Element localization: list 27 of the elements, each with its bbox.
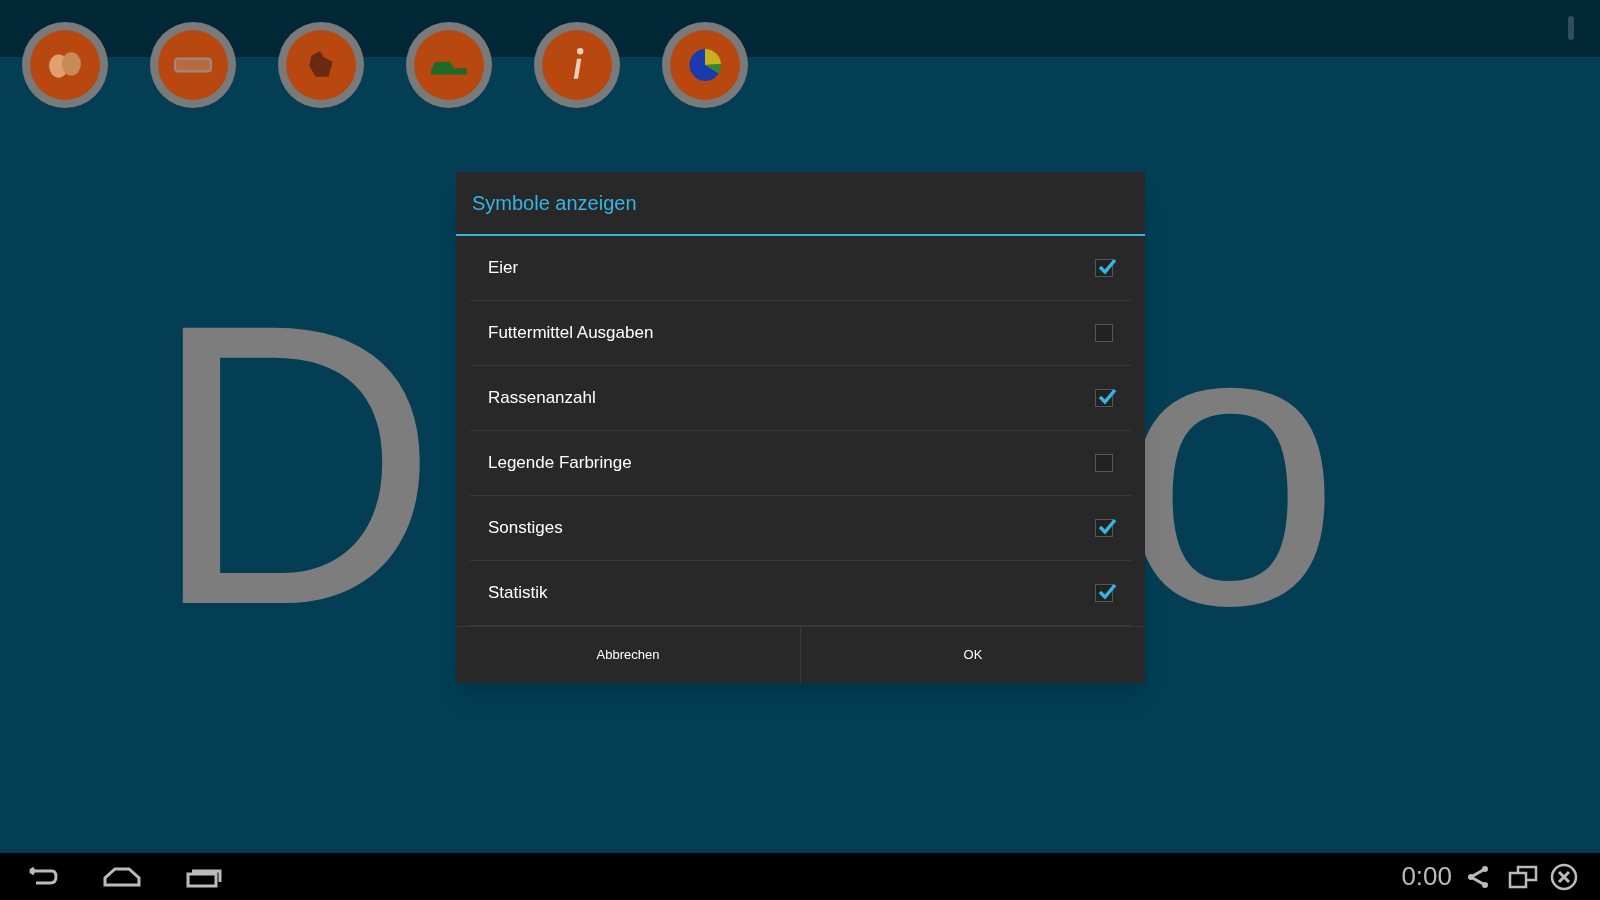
option-label: Sonstiges bbox=[488, 517, 563, 540]
option-row[interactable]: Statistik bbox=[470, 561, 1131, 626]
option-label: Eier bbox=[488, 257, 519, 280]
option-row[interactable]: Sonstiges bbox=[470, 496, 1131, 561]
option-row[interactable]: Legende Farbringe bbox=[470, 431, 1131, 496]
dialog-button[interactable]: Abbrechen bbox=[456, 627, 800, 683]
home-icon[interactable] bbox=[102, 865, 142, 888]
windows-icon[interactable] bbox=[1508, 864, 1538, 889]
option-row[interactable]: Rassenanzahl bbox=[470, 366, 1131, 431]
option-row[interactable]: Futtermittel Ausgaben bbox=[470, 301, 1131, 366]
checkbox[interactable] bbox=[1095, 454, 1113, 472]
option-label: Futtermittel Ausgaben bbox=[488, 322, 654, 345]
option-label: Rassenanzahl bbox=[488, 387, 596, 410]
option-label: Legende Farbringe bbox=[488, 452, 632, 475]
dialog-button[interactable]: OK bbox=[800, 627, 1145, 683]
background-text: D bbox=[150, 265, 439, 665]
eggs-icon bbox=[49, 52, 81, 78]
checkbox[interactable] bbox=[1095, 324, 1113, 342]
share-icon[interactable] bbox=[1466, 864, 1490, 889]
option-row[interactable]: Eier bbox=[470, 236, 1131, 301]
close-icon[interactable] bbox=[1550, 862, 1578, 891]
vehicle-icon bbox=[430, 61, 468, 75]
pie-chart-icon bbox=[689, 49, 721, 81]
clock: 0:00 bbox=[1401, 860, 1452, 893]
dialog-title: Symbole anzeigen bbox=[472, 191, 637, 216]
option-label: Statistik bbox=[488, 582, 548, 605]
info-icon bbox=[573, 48, 584, 79]
